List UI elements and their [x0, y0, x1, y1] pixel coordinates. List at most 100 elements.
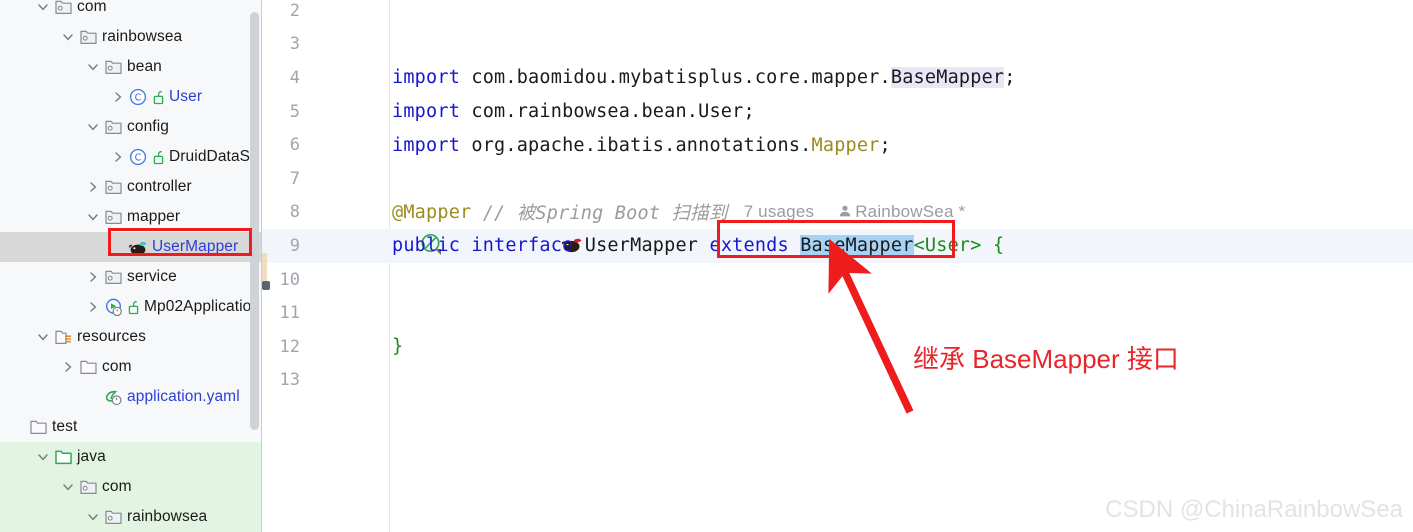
inlay-hint-usages[interactable]: 7 usages	[744, 202, 815, 222]
code-line[interactable]: 2	[262, 0, 1413, 28]
code-line[interactable]: 7	[262, 162, 1413, 196]
chevron-down-icon[interactable]	[83, 121, 103, 133]
chevron-down-icon[interactable]	[83, 511, 103, 523]
tree-item-com[interactable]: com	[0, 352, 261, 382]
line-number: 5	[289, 101, 300, 122]
chevron-down-icon[interactable]	[58, 31, 78, 43]
code-line[interactable]: 6 import org.apache.ibatis.annotations. M…	[262, 128, 1413, 162]
chevron-down-icon[interactable]	[33, 451, 53, 463]
tree-item-config[interactable]: config	[0, 112, 261, 142]
token-keyword: import	[392, 101, 461, 123]
code-line[interactable]: 4 import com.baomidou.mybatisplus.core.m…	[262, 61, 1413, 95]
vcs-change-marker[interactable]	[262, 253, 267, 283]
java-class-icon: C	[128, 147, 148, 167]
package-icon	[103, 267, 123, 287]
package-icon	[103, 117, 123, 137]
chevron-down-icon[interactable]	[33, 1, 53, 13]
folder-icon	[28, 417, 48, 437]
chevron-right-icon[interactable]	[108, 151, 128, 163]
tree-item-label: mapper	[127, 208, 181, 225]
tree-item-mapper[interactable]: mapper	[0, 202, 261, 232]
source-root-icon	[53, 447, 73, 467]
tree-item-com[interactable]: com	[0, 0, 261, 22]
tree-item-mp02applicatio[interactable]: Mp02Applicatio	[0, 292, 261, 322]
chevron-down-icon[interactable]	[83, 211, 103, 223]
line-number: 11	[279, 303, 300, 324]
tree-item-label: com	[102, 478, 132, 495]
code-line[interactable]: 5 import com.rainbowsea.bean.User;	[262, 95, 1413, 129]
code-text: import org.apache.ibatis.annotations. Map…	[392, 128, 891, 162]
code-line[interactable]: 11	[262, 296, 1413, 330]
tree-item-bean[interactable]: bean	[0, 52, 261, 82]
public-icon	[152, 89, 166, 105]
tree-item-label: UserMapper	[152, 238, 239, 255]
tree-item-label: config	[127, 118, 169, 135]
code-text: import com.rainbowsea.bean.User;	[392, 95, 755, 129]
token-path: com.baomidou.mybatisplus.core.mapper.	[460, 67, 891, 89]
mybatis-icon	[128, 237, 148, 257]
tree-item-label: java	[77, 448, 106, 465]
tree-item-java[interactable]: java	[0, 442, 261, 472]
package-icon	[78, 477, 98, 497]
ide-window: com rainbowsea bean C User config C DruidDataSo…	[0, 0, 1413, 532]
tree-item-rainbowsea[interactable]: rainbowsea	[0, 502, 261, 532]
tree-item-resources[interactable]: resources	[0, 322, 261, 352]
public-icon	[152, 149, 166, 165]
chevron-right-icon[interactable]	[83, 181, 103, 193]
tree-item-service[interactable]: service	[0, 262, 261, 292]
code-line-current[interactable]: 9 public interface UserMapper extends Ba…	[262, 229, 1413, 263]
tree-item-com[interactable]: com	[0, 472, 261, 502]
chevron-right-icon[interactable]	[83, 271, 103, 283]
tree-item-application-yaml[interactable]: application.yaml	[0, 382, 261, 412]
caret-position-marker	[262, 281, 270, 290]
chevron-right-icon[interactable]	[58, 361, 78, 373]
chevron-down-icon[interactable]	[58, 481, 78, 493]
tree-item-label: rainbowsea	[102, 28, 183, 45]
line-number: 13	[279, 370, 300, 391]
package-icon	[78, 27, 98, 47]
package-icon	[53, 0, 73, 17]
tree-item-test[interactable]: test	[0, 412, 261, 442]
yaml-icon	[103, 387, 123, 407]
line-number: 4	[289, 67, 300, 88]
chevron-right-icon[interactable]	[83, 301, 103, 313]
svg-text:C: C	[135, 153, 142, 164]
tree-item-label: controller	[127, 178, 192, 195]
code-text: import com.baomidou.mybatisplus.core.map…	[392, 61, 1016, 95]
code-editor[interactable]: 2 3 4 import com.baomidou.mybatisplus.co…	[262, 0, 1413, 532]
line-number: 7	[289, 168, 300, 189]
code-line[interactable]: 12 }	[262, 330, 1413, 364]
chevron-right-icon[interactable]	[108, 91, 128, 103]
token-keyword: import	[392, 67, 461, 89]
token-interface: interface	[460, 235, 585, 257]
tree-item-label: application.yaml	[127, 388, 240, 405]
author-icon	[838, 202, 852, 223]
inlay-hint-author[interactable]: RainbowSea *	[855, 202, 965, 222]
code-line[interactable]: 13	[262, 364, 1413, 398]
token-extends: extends	[698, 235, 801, 257]
tree-item-controller[interactable]: controller	[0, 172, 261, 202]
token-path: org.apache.ibatis.annotations.	[460, 134, 812, 156]
token-basemapper: BaseMapper	[800, 235, 914, 257]
line-number: 10	[279, 269, 300, 290]
tree-item-label: DruidDataSo	[169, 148, 259, 165]
sidebar-scrollbar[interactable]	[250, 12, 259, 430]
code-line[interactable]: 3	[262, 28, 1413, 62]
code-line[interactable]: 10	[262, 263, 1413, 297]
tree-item-user[interactable]: C User	[0, 82, 261, 112]
resources-icon	[53, 327, 73, 347]
chevron-down-icon[interactable]	[83, 61, 103, 73]
tree-item-rainbowsea[interactable]: rainbowsea	[0, 22, 261, 52]
token-semicolon: ;	[879, 134, 891, 156]
line-number: 8	[289, 202, 300, 223]
tree-item-druiddataso[interactable]: C DruidDataSo	[0, 142, 261, 172]
chevron-down-icon[interactable]	[33, 331, 53, 343]
line-number: 2	[289, 0, 300, 21]
token-brace: {	[981, 235, 1005, 257]
tree-item-usermapper[interactable]: UserMapper	[0, 232, 261, 262]
springboot-icon	[103, 297, 123, 317]
package-icon	[103, 507, 123, 527]
tree-item-label: com	[102, 358, 132, 375]
package-icon	[103, 177, 123, 197]
project-tree-panel[interactable]: com rainbowsea bean C User config C DruidDataSo…	[0, 0, 262, 532]
